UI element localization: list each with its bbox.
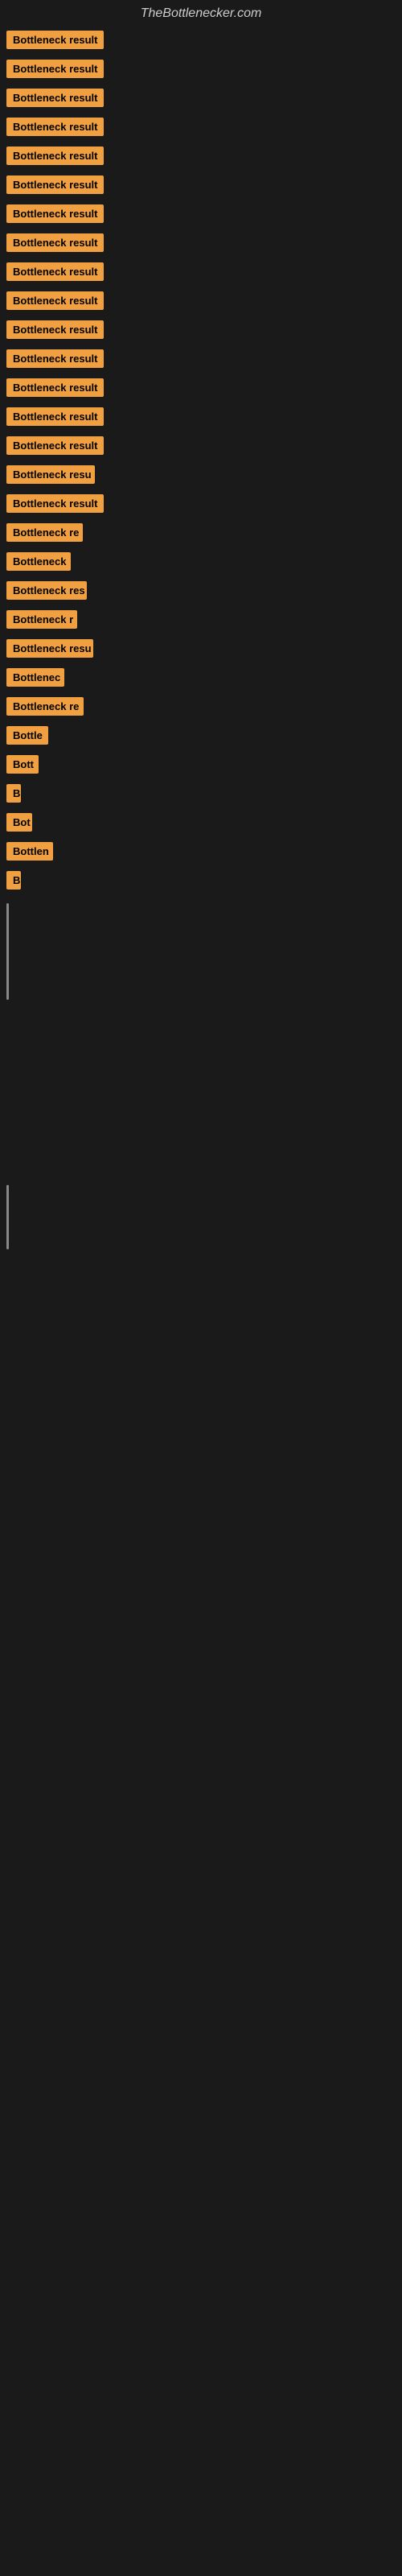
bottleneck-item: Bottlen [6, 842, 396, 865]
bottleneck-label[interactable]: Bottleneck result [6, 407, 104, 426]
bottleneck-item: Bottleneck [6, 552, 396, 575]
vertical-bar [6, 903, 9, 1000]
bottleneck-item: Bottleneck resu [6, 639, 396, 662]
bottleneck-item: Bottleneck result [6, 262, 396, 285]
bottleneck-item: Bottleneck result [6, 436, 396, 459]
bottleneck-item: Bottleneck result [6, 60, 396, 82]
bottleneck-item: Bottleneck result [6, 494, 396, 517]
site-title-container: TheBottlenecker.com [0, 0, 402, 27]
bottleneck-item: Bottleneck result [6, 349, 396, 372]
bottleneck-label[interactable]: Bottleneck result [6, 60, 104, 78]
bottleneck-item: Bottleneck result [6, 118, 396, 140]
bottleneck-item: Bottleneck result [6, 31, 396, 53]
bottleneck-label[interactable]: Bottleneck result [6, 494, 104, 513]
bottleneck-item: B [6, 784, 396, 807]
bottleneck-item: Bottleneck re [6, 523, 396, 546]
bottleneck-list: Bottleneck result Bottleneck result Bottle… [0, 27, 402, 903]
bottleneck-label[interactable]: Bottleneck re [6, 697, 84, 716]
bottleneck-item: Bottleneck result [6, 407, 396, 430]
bottleneck-label[interactable]: Bottleneck result [6, 262, 104, 281]
bottleneck-label[interactable]: Bottleneck result [6, 233, 104, 252]
bottleneck-item: Bottleneck result [6, 89, 396, 111]
bottleneck-label[interactable]: Bottlenec [6, 668, 64, 687]
bottleneck-label[interactable]: Bottleneck result [6, 349, 104, 368]
bottleneck-item: Bottleneck result [6, 147, 396, 169]
bottleneck-item: Bottlenec [6, 668, 396, 691]
bottleneck-label[interactable]: Bottleneck result [6, 118, 104, 136]
bottleneck-item: Bottleneck result [6, 378, 396, 401]
bottleneck-item: Bottleneck result [6, 175, 396, 198]
site-title: TheBottlenecker.com [0, 0, 402, 27]
bottleneck-label[interactable]: Bottleneck result [6, 31, 104, 49]
bottleneck-label[interactable]: B [6, 784, 21, 803]
bottleneck-item: Bottleneck result [6, 320, 396, 343]
bottleneck-label[interactable]: Bottleneck result [6, 204, 104, 223]
bottleneck-label[interactable]: Bottleneck result [6, 175, 104, 194]
bottleneck-label[interactable]: Bottleneck r [6, 610, 77, 629]
bottom-section [0, 903, 402, 1547]
bottleneck-label[interactable]: Bott [6, 755, 39, 774]
bottleneck-item: B [6, 871, 396, 894]
bottleneck-item: Bottleneck result [6, 233, 396, 256]
bottleneck-label[interactable]: Bottleneck resu [6, 465, 95, 484]
bottleneck-item: Bott [6, 755, 396, 778]
bottleneck-label[interactable]: Bottleneck result [6, 378, 104, 397]
bottleneck-label[interactable]: Bottle [6, 726, 48, 745]
bottleneck-label[interactable]: Bottleneck result [6, 320, 104, 339]
bottleneck-label[interactable]: Bot [6, 813, 32, 832]
bottleneck-label[interactable]: Bottleneck result [6, 291, 104, 310]
bottleneck-item: Bot [6, 813, 396, 836]
bottleneck-item: Bottleneck resu [6, 465, 396, 488]
bottleneck-label[interactable]: Bottleneck re [6, 523, 83, 542]
bottleneck-item: Bottle [6, 726, 396, 749]
bottleneck-item: Bottleneck re [6, 697, 396, 720]
bottleneck-label[interactable]: Bottleneck result [6, 436, 104, 455]
bottleneck-label[interactable]: Bottlen [6, 842, 53, 861]
bottleneck-label[interactable]: Bottleneck res [6, 581, 87, 600]
bottleneck-item: Bottleneck result [6, 291, 396, 314]
vertical-bar [6, 1185, 9, 1249]
bottleneck-label[interactable]: B [6, 871, 21, 890]
bottleneck-item: Bottleneck r [6, 610, 396, 633]
bottleneck-item: Bottleneck result [6, 204, 396, 227]
bottleneck-label[interactable]: Bottleneck result [6, 89, 104, 107]
bottleneck-label[interactable]: Bottleneck [6, 552, 71, 571]
bottleneck-label[interactable]: Bottleneck resu [6, 639, 93, 658]
bottleneck-label[interactable]: Bottleneck result [6, 147, 104, 165]
bottleneck-item: Bottleneck res [6, 581, 396, 604]
